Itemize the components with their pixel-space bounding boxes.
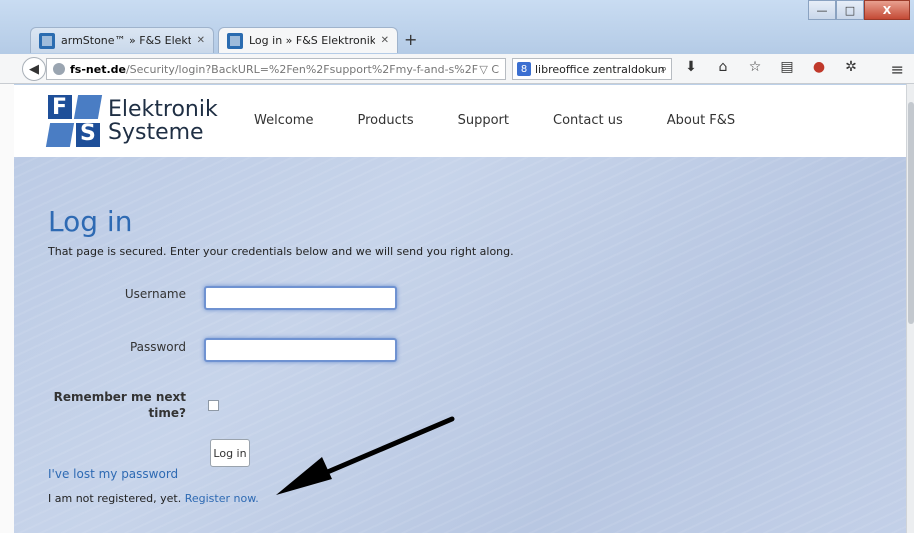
search-input[interactable]: 8 libreoffice zentraldokun ⌕ bbox=[512, 58, 672, 80]
window-close-button[interactable]: X bbox=[864, 0, 910, 20]
tab-close-icon[interactable]: ✕ bbox=[381, 35, 389, 46]
search-engine-icon[interactable]: 8 bbox=[517, 62, 531, 76]
site-favicon-icon bbox=[227, 32, 243, 49]
url-path: /Security/login?BackURL=%2Fen%2Fsupport%… bbox=[125, 62, 479, 76]
site-header: F S Elektronik Systeme Welcome Products … bbox=[14, 85, 906, 157]
back-arrow-icon[interactable]: ◀ bbox=[22, 57, 46, 81]
tab-title: Log in » F&S Elektronik Sys... bbox=[249, 34, 375, 47]
browser-tab-armstone[interactable]: armStone™ » F&S Elektroni... ✕ bbox=[30, 27, 214, 53]
search-text: libreoffice zentraldokun bbox=[535, 62, 665, 76]
nav-welcome[interactable]: Welcome bbox=[254, 113, 313, 128]
adblock-icon[interactable]: ● bbox=[808, 59, 830, 75]
logo-text: Elektronik Systeme bbox=[108, 98, 218, 144]
maximize-button[interactable]: □ bbox=[836, 0, 864, 20]
nav-products[interactable]: Products bbox=[357, 113, 413, 128]
globe-icon bbox=[53, 63, 65, 75]
bookmark-star-icon[interactable]: ☆ bbox=[744, 59, 766, 75]
logo-line-2: Systeme bbox=[108, 120, 204, 145]
nav-support[interactable]: Support bbox=[458, 113, 509, 128]
site-nav: Welcome Products Support Contact us Abou… bbox=[254, 113, 779, 128]
tab-close-icon[interactable]: ✕ bbox=[197, 35, 205, 46]
logo-line-1: Elektronik bbox=[108, 96, 218, 122]
addon-icon[interactable]: ✲ bbox=[840, 59, 862, 75]
url-domain: fs-net.de bbox=[70, 62, 126, 76]
search-icon[interactable]: ⌕ bbox=[661, 62, 667, 76]
url-bar[interactable]: fs-net.de /Security/login?BackURL=%2Fen%… bbox=[46, 58, 506, 80]
minimize-button[interactable]: — bbox=[808, 0, 836, 20]
browser-tab-login[interactable]: Log in » F&S Elektronik Sys... ✕ bbox=[218, 27, 398, 53]
site-favicon-icon bbox=[39, 32, 55, 49]
nav-contact[interactable]: Contact us bbox=[553, 113, 623, 128]
annotation-arrow-icon bbox=[276, 416, 455, 495]
new-tab-button[interactable]: + bbox=[404, 30, 417, 49]
download-icon[interactable]: ⬇ bbox=[680, 59, 702, 75]
logo-mark-icon: F S bbox=[45, 95, 103, 147]
vertical-scrollbar[interactable] bbox=[906, 84, 914, 533]
tab-title: armStone™ » F&S Elektroni... bbox=[61, 34, 191, 47]
login-content: Log in That page is secured. Enter your … bbox=[14, 157, 906, 533]
menu-icon[interactable]: ≡ bbox=[891, 60, 904, 79]
reload-icon[interactable]: ▽ C bbox=[479, 63, 499, 76]
home-icon[interactable]: ⌂ bbox=[712, 59, 734, 75]
site-logo[interactable]: F S Elektronik Systeme bbox=[45, 95, 218, 147]
browser-navbar: ◀ fs-net.de /Security/login?BackURL=%2Fe… bbox=[0, 54, 914, 84]
toolbar-icons: ⬇ ⌂ ☆ ▤ ● ✲ bbox=[680, 59, 862, 75]
scrollbar-thumb[interactable] bbox=[908, 102, 914, 324]
page-left-edge bbox=[0, 84, 14, 533]
window-controls: — □ X bbox=[808, 0, 910, 20]
nav-about[interactable]: About F&S bbox=[667, 113, 735, 128]
browser-titlebar: armStone™ » F&S Elektroni... ✕ Log in » … bbox=[0, 0, 914, 54]
reading-list-icon[interactable]: ▤ bbox=[776, 59, 798, 75]
